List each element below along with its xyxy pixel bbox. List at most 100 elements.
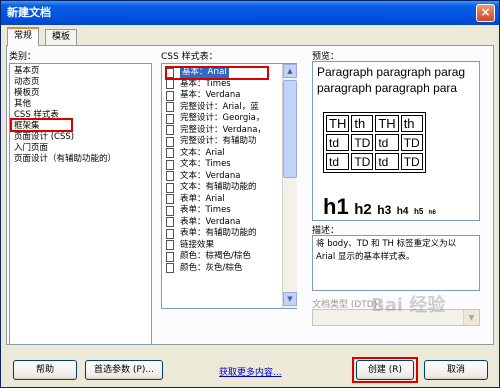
preview-paragraph: paragraph paragraph para [317, 81, 458, 95]
document-icon [166, 136, 174, 147]
style-list-item[interactable]: 表单：有辅助功能的 [162, 228, 296, 240]
category-item[interactable]: 基本页 [10, 66, 151, 77]
style-item-label: 文本：有辅助功能的 [180, 182, 257, 192]
style-item-label: 颜色：棕褐色/棕色 [180, 251, 251, 261]
style-item-label: 完整设计：Georgia， [180, 113, 265, 123]
category-label: 类别： [9, 52, 37, 62]
document-icon [166, 182, 174, 193]
style-list-item[interactable]: 基本：Times [162, 79, 296, 91]
style-list-item[interactable]: 完整设计：Georgia， [162, 113, 296, 125]
style-item-label: 完整设计：Verdana， [180, 124, 266, 135]
category-item[interactable]: 页面设计（有辅助功能的） [10, 154, 151, 165]
document-icon [166, 228, 174, 239]
annotation-highlight [352, 357, 418, 383]
help-button[interactable]: 帮助 [13, 360, 77, 380]
title-bar[interactable]: 新建文档 × [1, 1, 499, 25]
scroll-up-arrow[interactable]: ▲ [283, 64, 297, 78]
table-cell: TD [400, 153, 423, 170]
table-cell: td [375, 153, 399, 170]
preferences-button[interactable]: 首选参数 (P)... [85, 360, 163, 380]
get-more-content-link[interactable]: 获取更多内容... [219, 365, 282, 378]
category-item[interactable]: 入门页面 [10, 143, 151, 154]
document-icon [166, 205, 174, 216]
close-button[interactable]: × [476, 4, 495, 22]
document-icon [166, 159, 174, 170]
style-list-item[interactable]: 文本：Verdana [162, 171, 296, 183]
style-item-label: 基本：Times [180, 78, 231, 89]
description-box: 将 body、TD 和 TH 标签重定义为以 Arial 显示的基本样式表。 [312, 235, 480, 291]
heading-sample: h3 [377, 203, 392, 217]
tab-general[interactable]: 常规 [7, 27, 40, 46]
document-icon [166, 102, 174, 113]
style-item-label: 链接效果 [180, 239, 215, 250]
style-list-item[interactable]: 完整设计：Verdana， [162, 125, 296, 137]
style-list-item[interactable]: 颜色：灰色/棕色 [162, 263, 296, 275]
document-icon [166, 90, 174, 101]
scroll-down-arrow[interactable]: ▼ [283, 292, 297, 306]
heading-sample: h4 [396, 206, 409, 217]
style-list-item[interactable]: 表单：Verdana [162, 217, 296, 229]
styles-label: CSS 样式表： [161, 52, 218, 62]
style-item-label: 完整设计：有辅助功 [180, 136, 257, 146]
document-icon [166, 251, 174, 262]
style-item-label: 表单：Arial [180, 193, 225, 204]
tab-templates[interactable]: 模板 [45, 29, 78, 46]
style-item-label: 基本：Verdana [180, 90, 241, 100]
style-list-item[interactable]: 文本：有辅助功能的 [162, 182, 296, 194]
table-cell: td [326, 153, 350, 170]
table-cell: TD [400, 134, 423, 151]
heading-sample: h6 [428, 210, 436, 216]
style-item-label: 文本：Arial [180, 147, 225, 158]
scroll-thumb[interactable] [283, 80, 297, 178]
style-list-item[interactable]: 表单：Arial [162, 194, 296, 206]
style-item-label: 完整设计：Arial，蓝 [180, 101, 259, 112]
preview-headings: h1 h2 h3 h4 h5 h6 [323, 194, 439, 220]
style-list-item[interactable]: 完整设计：有辅助功 [162, 136, 296, 148]
annotation-highlight [165, 66, 269, 80]
new-document-dialog: 新建文档 × 常规 模板 类别： 基本页 动态页 模板页 其他 CSS 样式表 … [0, 0, 500, 388]
table-cell: TH [326, 115, 350, 132]
document-icon [166, 263, 174, 274]
style-item-label: 表单：有辅助功能的 [180, 228, 257, 238]
heading-sample: h1 [323, 194, 349, 219]
chevron-down-icon[interactable]: ▼ [463, 310, 479, 325]
dialog-title: 新建文档 [7, 6, 51, 19]
style-item-label: 颜色：灰色/棕色 [180, 262, 243, 273]
preview-table: TH th TH th td TD td TD td TD td TD [323, 112, 426, 173]
heading-sample: h5 [413, 207, 424, 216]
style-item-label: 表单：Verdana [180, 216, 241, 227]
category-item[interactable]: 模板页 [10, 88, 151, 99]
style-list-item[interactable]: 基本：Verdana [162, 90, 296, 102]
table-cell: TD [351, 134, 374, 151]
style-list-item[interactable]: 文本：Arial [162, 148, 296, 160]
category-item[interactable]: 动态页 [10, 77, 151, 88]
style-list-item[interactable]: 颜色：棕褐色/棕色 [162, 251, 296, 263]
document-icon [166, 194, 174, 205]
preview-paragraph: Paragraph paragraph parag [317, 65, 466, 79]
document-icon [166, 171, 174, 182]
watermark: Bai 经验 [371, 295, 446, 316]
document-icon [166, 240, 174, 251]
table-cell: th [351, 115, 374, 132]
style-list-item[interactable]: 表单：Times [162, 205, 296, 217]
document-icon [166, 125, 174, 136]
document-icon [166, 148, 174, 159]
style-item-label: 表单：Times [180, 205, 231, 215]
category-item[interactable]: 页面设计 (CSS) [10, 132, 151, 143]
category-item[interactable]: 其他 [10, 99, 151, 110]
styles-list[interactable]: 基本：Arial 基本：Times 基本：Verdana 完整设计：Arial，蓝 完整… [161, 63, 297, 309]
table-cell: TD [351, 153, 374, 170]
style-list-item[interactable]: 文本：Times [162, 159, 296, 171]
cancel-button[interactable]: 取消 [424, 360, 488, 380]
styles-scrollbar[interactable]: ▲ ▼ [282, 64, 297, 308]
table-cell: td [375, 134, 399, 151]
table-cell: TH [375, 115, 399, 132]
style-list-item[interactable]: 链接效果 [162, 240, 296, 252]
document-icon [166, 113, 174, 124]
category-list[interactable]: 基本页 动态页 模板页 其他 CSS 样式表 框架集 页面设计 (CSS) 入门… [9, 63, 152, 345]
table-cell: td [326, 134, 350, 151]
document-icon [166, 217, 174, 228]
style-list-item[interactable]: 完整设计：Arial，蓝 [162, 102, 296, 114]
annotation-highlight [10, 118, 73, 132]
style-item-label: 文本：Times [180, 159, 231, 169]
